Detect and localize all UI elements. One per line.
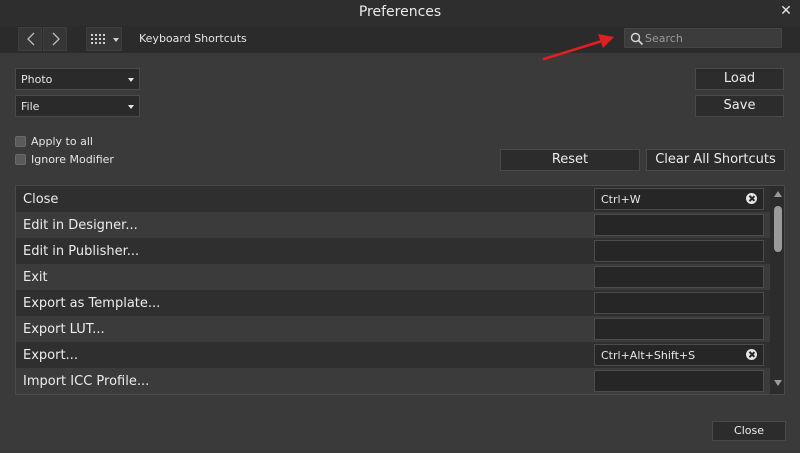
close-button[interactable]: Close (712, 421, 786, 441)
chevron-down-icon (128, 78, 134, 82)
shortcut-row: Edit in Publisher... (16, 238, 770, 264)
app-dropdown[interactable]: Photo (15, 68, 140, 90)
command-label: Import ICC Profile... (23, 374, 150, 389)
shortcut-field[interactable] (594, 292, 764, 314)
apply-to-all-checkbox[interactable] (15, 136, 26, 147)
apply-to-all-label: Apply to all (31, 135, 93, 148)
clear-icon[interactable] (746, 349, 757, 360)
toolbar: Keyboard Shortcuts (0, 26, 800, 53)
shortcut-field[interactable] (594, 318, 764, 340)
window-close-icon[interactable]: ✕ (778, 3, 794, 19)
annotation-arrow-icon (542, 34, 614, 61)
shortcut-row: Edit in Designer... (16, 212, 770, 238)
command-label: Edit in Publisher... (23, 244, 140, 259)
shortcut-value: Ctrl+W (601, 193, 641, 206)
command-label: Export... (23, 348, 78, 363)
chevron-down-icon (113, 38, 119, 42)
scroll-down-icon[interactable] (774, 380, 782, 386)
ignore-modifier-label: Ignore Modifier (31, 153, 114, 166)
load-button[interactable]: Load (695, 68, 784, 90)
shortcut-list: Close Ctrl+W Edit in Designer... Edit in… (15, 185, 785, 395)
shortcut-row: Export... Ctrl+Alt+Shift+S (16, 342, 770, 368)
category-grid-button[interactable] (86, 27, 122, 51)
shortcut-value: Ctrl+Alt+Shift+S (601, 349, 696, 362)
command-label: Edit in Designer... (23, 218, 138, 233)
shortcut-row: Close Ctrl+W (16, 186, 770, 212)
shortcut-field[interactable] (594, 266, 764, 288)
command-label: Close (23, 192, 59, 207)
grid-icon (91, 34, 119, 44)
shortcut-row: Import ICC Profile... (16, 368, 770, 394)
command-label: Export LUT... (23, 322, 105, 337)
app-dropdown-value: Photo (21, 73, 53, 86)
scroll-up-icon[interactable] (774, 191, 782, 197)
shortcut-row: Exit (16, 264, 770, 290)
breadcrumb: Keyboard Shortcuts (139, 32, 247, 45)
title-bar: Preferences ✕ (0, 0, 800, 26)
scroll-thumb[interactable] (774, 206, 782, 252)
shortcut-row: Export LUT... (16, 316, 770, 342)
shortcut-field[interactable]: Ctrl+Alt+Shift+S (594, 344, 764, 366)
search-icon (630, 32, 644, 46)
command-label: Exit (23, 270, 48, 285)
reset-button[interactable]: Reset (500, 149, 640, 171)
forward-button[interactable] (43, 27, 67, 51)
shortcut-field[interactable] (594, 214, 764, 236)
shortcut-row: Export as Template... (16, 290, 770, 316)
back-button[interactable] (18, 27, 42, 51)
command-label: Export as Template... (23, 296, 161, 311)
clear-all-shortcuts-button[interactable]: Clear All Shortcuts (646, 149, 785, 171)
search-input[interactable] (645, 30, 775, 46)
shortcut-field[interactable] (594, 240, 764, 262)
clear-icon[interactable] (746, 193, 757, 204)
chevron-left-icon (27, 32, 35, 46)
scrollbar[interactable] (770, 186, 784, 394)
category-dropdown-value: File (21, 100, 40, 113)
ignore-modifier-checkbox[interactable] (15, 154, 26, 165)
chevron-right-icon (52, 32, 60, 46)
chevron-down-icon (128, 105, 134, 109)
search-box[interactable] (624, 28, 782, 48)
window-title: Preferences (358, 4, 442, 20)
save-button[interactable]: Save (695, 95, 784, 117)
category-dropdown[interactable]: File (15, 95, 140, 117)
shortcut-field[interactable]: Ctrl+W (594, 188, 764, 210)
shortcut-field[interactable] (594, 370, 764, 392)
